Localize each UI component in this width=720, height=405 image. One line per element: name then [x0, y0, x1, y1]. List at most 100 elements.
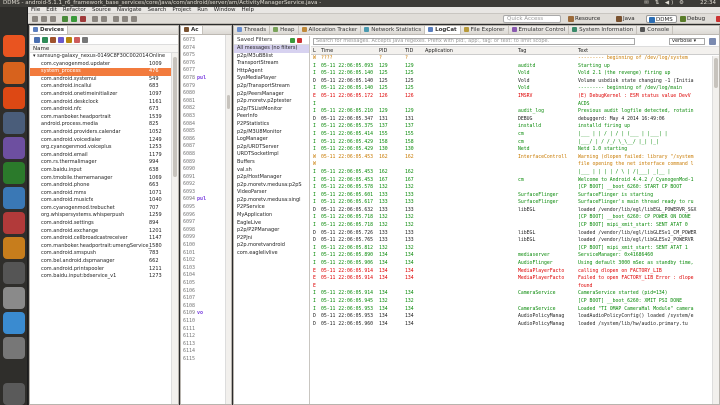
editor-line[interactable]: 6111	[181, 326, 231, 334]
tab-network-statistics[interactable]: Network Statistics	[361, 26, 426, 34]
log-row[interactable]: D 05-11 22:06:05.347 131 131 DEBUG debuggerd:…	[311, 116, 719, 124]
editor-line[interactable]: 6085	[181, 128, 231, 136]
process-row[interactable]: com.cyanogenmod.trebuchet 707	[30, 205, 178, 213]
update-threads-icon[interactable]	[66, 37, 72, 43]
devices-scrollbar[interactable]	[171, 53, 178, 404]
tab-system-information[interactable]: System Information	[569, 26, 638, 34]
process-row[interactable]: com.android.providers.calendar 1052	[30, 129, 178, 137]
menu-item[interactable]: Help	[238, 7, 257, 13]
column-header-pid[interactable]: PID	[379, 47, 387, 55]
app-icon[interactable]	[3, 337, 25, 359]
filter-item[interactable]: p2p/HostManager	[234, 174, 309, 182]
editor-line[interactable]: 6090	[181, 166, 231, 174]
stop-process-icon[interactable]	[74, 37, 80, 43]
filter-item[interactable]: P2PJni	[234, 235, 309, 243]
editor-scrollbar[interactable]	[225, 35, 231, 404]
log-row[interactable]: D 05-11 22:06:05.960 134 134 AudioPolicyMana…	[311, 321, 719, 329]
log-row[interactable]: I 05-11 22:06:05.953 134 134 CameraService Lo…	[311, 306, 719, 314]
log-row[interactable]: W 05-11 22:06:05.453 162 162 InterfaceContro…	[311, 154, 719, 162]
editor-line[interactable]: 6098	[181, 227, 231, 235]
cause-gc-icon[interactable]	[58, 37, 64, 43]
trash-icon[interactable]	[3, 383, 25, 405]
process-row[interactable]: org.cyanogenmod.voiceplus 1253	[30, 144, 178, 152]
editor-line[interactable]: 6104	[181, 272, 231, 280]
terminal-icon[interactable]	[3, 137, 25, 159]
remove-filter-icon[interactable]	[297, 38, 302, 43]
editor-line[interactable]: 6080	[181, 90, 231, 98]
filter-item[interactable]: p2p/M3U8Monitor	[234, 129, 309, 137]
editor-line[interactable]: 6096	[181, 212, 231, 220]
filter-item[interactable]: p2p/URDTServer	[234, 144, 309, 152]
filter-item[interactable]: p2p/PeersManager	[234, 91, 309, 99]
process-row[interactable]: com.android.onetimeinitializer 1097	[30, 91, 178, 99]
screen-capture-icon[interactable]	[82, 37, 88, 43]
menu-item[interactable]: Edit	[43, 7, 60, 13]
process-row[interactable]: com.android.email 1179	[30, 152, 178, 160]
run-icon[interactable]	[71, 16, 77, 22]
log-row[interactable]: I 05-11 22:06:05.453 162 162 |___ | | | | / …	[311, 169, 719, 177]
editor-line[interactable]: 6115	[181, 356, 231, 364]
browser-icon[interactable]	[3, 312, 25, 334]
editor-line[interactable]: 6078 pul	[181, 75, 231, 83]
editor-line[interactable]: 6084	[181, 121, 231, 129]
editor-tab[interactable]: Ac	[181, 26, 203, 34]
log-row[interactable]: W?????? --------- beginning of /dev/log/s…	[311, 55, 719, 63]
editor-line[interactable]: 6079	[181, 83, 231, 91]
menu-item[interactable]: Run	[194, 7, 211, 13]
process-row[interactable]: com.android.smspush 783	[30, 250, 178, 258]
column-header-time[interactable]: Time	[321, 47, 333, 55]
filter-item[interactable]: p2p/TSListMonitor	[234, 106, 309, 114]
log-row[interactable]: E 05-11 22:06:05.914 134 134 MediaPlayerFact…	[311, 275, 719, 283]
software-center-icon[interactable]	[3, 237, 25, 259]
device-row[interactable]: ▾ samsung-galaxy_nexus-0149C8F30C002014 …	[30, 53, 178, 61]
editor-line[interactable]: 6095	[181, 204, 231, 212]
editor-line[interactable]: 6110	[181, 318, 231, 326]
debug-icon[interactable]	[62, 16, 68, 22]
menu-item[interactable]: Window	[211, 7, 239, 13]
tab-file-explorer[interactable]: File Explorer	[461, 26, 509, 34]
forward-icon[interactable]	[131, 16, 137, 22]
log-row[interactable]: I 05-11 22:06:05.210 129 129 audit_log Previo…	[311, 108, 719, 116]
settings-icon[interactable]	[3, 262, 25, 284]
process-row[interactable]: com.android.musicfx 1040	[30, 197, 178, 205]
filter-item[interactable]: P2PStatistics	[234, 121, 309, 129]
filter-item[interactable]: PeerInfo	[234, 113, 309, 121]
add-filter-icon[interactable]	[290, 38, 295, 43]
perspective-resource-button[interactable]: Resource	[566, 15, 603, 23]
menu-item[interactable]: Project	[169, 7, 194, 13]
log-row[interactable]: I 05-11 22:06:05.578 132 132 [CP BOOT] __boo…	[311, 184, 719, 192]
process-row[interactable]: com.manboker.headportrait:umengService_ 1…	[30, 243, 178, 251]
log-row[interactable]: I 05-11 22:06:05.914 134 134 CameraService Ca…	[311, 290, 719, 298]
log-row[interactable]: I 05-11 22:06:05.429 130 130 Netd Netd 1.0 st…	[311, 146, 719, 154]
column-header-text[interactable]: Text	[578, 47, 588, 55]
log-row[interactable]: D 05-11 22:06:05.765 133 133 libEGL loaded /v…	[311, 237, 719, 245]
log-row[interactable]: I 05-11 22:06:05.890 134 134 mediaserver Serv…	[311, 252, 719, 260]
log-row[interactable]: D 05-11 22:06:05.632 133 133 libEGL loaded /v…	[311, 207, 719, 215]
tab-logcat[interactable]: LogCat	[425, 26, 461, 34]
filter-item[interactable]: HttpAgent	[234, 68, 309, 76]
process-row[interactable]: com.bel.android.dspmanager 662	[30, 258, 178, 266]
editor-line[interactable]: 6099	[181, 234, 231, 242]
tab-console[interactable]: Console	[637, 26, 674, 34]
perspective-java-button[interactable]: Java	[614, 15, 638, 23]
filter-item[interactable]: p2p.moretv.medusa:p2pS	[234, 182, 309, 190]
editor-line[interactable]: 6074	[181, 45, 231, 53]
log-row[interactable]: I 05-11 22:06:05.453 167 167 cm Welcome to An…	[311, 177, 719, 185]
name-column-header[interactable]: Name	[33, 45, 49, 53]
menu-item[interactable]: Refactor	[60, 7, 89, 13]
filter-item[interactable]: val.sh	[234, 167, 309, 175]
dash-icon[interactable]	[3, 35, 25, 57]
tab-heap[interactable]: Heap	[270, 26, 299, 34]
log-scrollbar[interactable]	[712, 56, 719, 404]
dump-hprof-icon[interactable]	[50, 37, 56, 43]
menu-item[interactable]: File	[28, 7, 43, 13]
process-row[interactable]: com.android.nfc 673	[30, 106, 178, 114]
avd-manager-icon[interactable]	[101, 16, 107, 22]
perspective-ddms-button[interactable]: DDMS	[646, 15, 677, 23]
firefox-icon[interactable]	[3, 87, 25, 109]
process-row[interactable]: com.baidu.input 638	[30, 167, 178, 175]
log-row[interactable]: D 05-11 22:06:05.953 134 134 AudioPolicyMana…	[311, 313, 719, 321]
log-search-input[interactable]: Search for messages. Accepts Java regexe…	[313, 38, 635, 45]
filter-item[interactable]: p2p/M3uBBlist	[234, 53, 309, 61]
tab-threads[interactable]: Threads	[234, 26, 271, 34]
